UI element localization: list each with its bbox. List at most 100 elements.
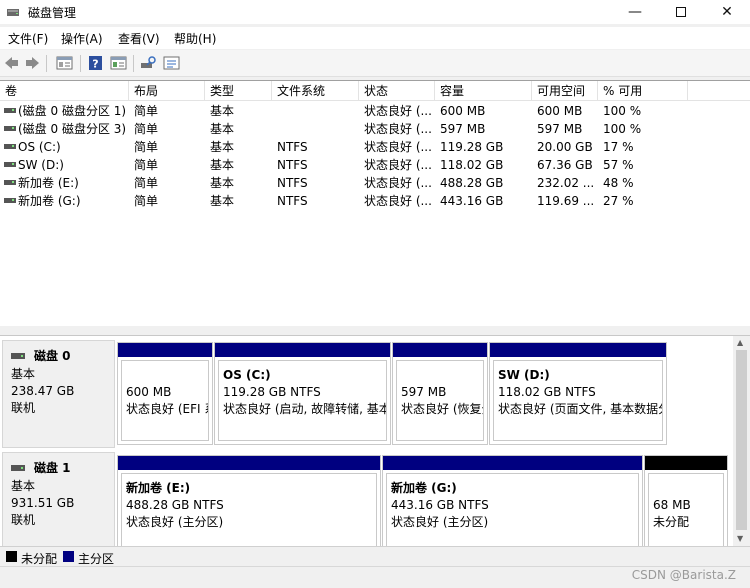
partition-bar [118,456,380,470]
column-header-free-space[interactable]: 可用空间 [532,81,598,101]
cell-text: 简单 [134,140,159,154]
cell-volume: 新加卷 (G:) [0,192,129,210]
cell-status: 状态良好 (... [359,174,435,192]
column-header-type[interactable]: 类型 [205,81,272,101]
volume-icon [4,162,16,167]
cell-text: 基本 [210,176,235,190]
partition-bar [393,343,487,357]
cell-text: 443.16 GB [440,194,504,208]
status-bar: CSDN @Barista.Z [0,566,750,588]
scroll-down-icon[interactable]: ▼ [737,534,743,543]
disk-type: 基本 [11,479,36,493]
cell-percent-free: 17 % [598,138,688,156]
console-tree-icon[interactable] [110,55,127,71]
forward-arrow-icon[interactable] [24,55,41,71]
cell-percent-free: 100 % [598,102,688,120]
cell-filesystem: NTFS [272,192,359,210]
cell-text: 600 MB [440,104,486,118]
menu-help[interactable]: 帮助(H) [174,30,216,47]
disk-name: 磁盘 0 [34,349,71,363]
minimize-button[interactable]: — [612,0,658,24]
partition-status: 状态良好 (页面文件, 基本数据分区) [498,402,662,416]
title-bar: 磁盘管理 — ✕ [0,0,750,24]
table-row[interactable]: OS (C:) 简单 基本 NTFS 状态良好 (... 119.28 GB 20.00 G… [0,138,750,156]
cell-text: 57 % [603,158,634,172]
partition-os-c[interactable]: OS (C:) 119.28 GB NTFS 状态良好 (启动, 故障转储, 基… [214,342,391,445]
table-row[interactable]: 新加卷 (E:) 简单 基本 NTFS 状态良好 (... 488.28 GB 232.02… [0,174,750,192]
cell-type: 基本 [205,192,272,210]
cell-text: 状态良好 (... [364,158,432,172]
cell-text: 600 MB [537,104,583,118]
list-view-icon[interactable] [163,55,180,71]
cell-status: 状态良好 (... [359,156,435,174]
close-button[interactable]: ✕ [704,0,750,24]
column-header-volume[interactable]: 卷 [0,81,129,101]
partition-recovery[interactable]: 597 MB 状态良好 (恢复分区) [392,342,488,445]
partition-sw-d[interactable]: SW (D:) 118.02 GB NTFS 状态良好 (页面文件, 基本数据分… [489,342,667,445]
disk-type: 基本 [11,367,36,381]
column-header-layout[interactable]: 布局 [129,81,205,101]
cell-text: 状态良好 (... [364,140,432,154]
cell-text: 基本 [210,122,235,136]
menu-view[interactable]: 查看(V) [118,30,160,47]
close-icon: ✕ [721,4,733,20]
cell-text: 简单 [134,194,159,208]
cell-percent-free: 100 % [598,120,688,138]
column-header-capacity[interactable]: 容量 [435,81,532,101]
cell-filesystem: NTFS [272,174,359,192]
toolbar-separator [80,55,81,72]
cell-layout: 简单 [129,174,205,192]
table-row[interactable]: (磁盘 0 磁盘分区 1) 简单 基本 状态良好 (... 600 MB 600 MB 10… [0,102,750,120]
cell-text: 118.02 GB [440,158,504,172]
cell-filesystem: NTFS [272,138,359,156]
disk-icon [11,352,25,359]
partition-new-volume-g[interactable]: 新加卷 (G:) 443.16 GB NTFS 状态良好 (主分区) [382,455,643,546]
partition-bar [645,456,727,470]
cell-type: 基本 [205,120,272,138]
rescan-icon[interactable] [140,55,157,71]
scroll-up-icon[interactable]: ▲ [737,338,743,347]
maximize-button[interactable] [658,0,704,24]
table-row[interactable]: SW (D:) 简单 基本 NTFS 状态良好 (... 118.02 GB 67.36 G… [0,156,750,174]
table-row[interactable]: (磁盘 0 磁盘分区 3) 简单 基本 状态良好 (... 597 MB 597 MB 10… [0,120,750,138]
disk-name: 磁盘 1 [34,461,71,475]
cell-layout: 简单 [129,102,205,120]
cell-text: 100 % [603,122,642,136]
properties-icon[interactable] [56,55,73,71]
cell-text: 597 MB [440,122,486,136]
cell-capacity: 443.16 GB [435,192,532,210]
column-header-filesystem[interactable]: 文件系统 [272,81,359,101]
disk-map: 磁盘 0 基本 238.47 GB 联机 600 MB 状态良好 (EFI 系统… [0,336,733,546]
menu-action[interactable]: 操作(A) [61,30,103,47]
partition-status: 状态良好 (主分区) [391,515,489,529]
disk-0-label[interactable]: 磁盘 0 基本 238.47 GB 联机 [2,340,115,448]
partition-status: 状态良好 (启动, 故障转储, 基本数据分区) [223,402,386,416]
cell-type: 基本 [205,174,272,192]
cell-capacity: 119.28 GB [435,138,532,156]
cell-text: 简单 [134,122,159,136]
menu-bar: 文件(F) 操作(A) 查看(V) 帮助(H) [0,27,750,49]
partition-size: 118.02 GB NTFS [498,385,596,399]
partition-new-volume-e[interactable]: 新加卷 (E:) 488.28 GB NTFS 状态良好 (主分区) [117,455,381,546]
scroll-thumb[interactable] [736,350,747,530]
column-header-status[interactable]: 状态 [359,81,435,101]
cell-percent-free: 57 % [598,156,688,174]
cell-text: 新加卷 (E:) [18,176,79,190]
menu-file[interactable]: 文件(F) [8,30,48,47]
partition-size: 443.16 GB NTFS [391,498,489,512]
help-icon[interactable]: ? [87,55,104,71]
partition-efi[interactable]: 600 MB 状态良好 (EFI 系统分区) [117,342,213,445]
column-header-percent-free[interactable]: % 可用 [598,81,688,101]
back-arrow-icon[interactable] [3,55,20,71]
partition-unallocated[interactable]: 68 MB 未分配 [644,455,728,546]
partition-status: 状态良好 (主分区) [126,515,224,529]
cell-text: 232.02 ... [537,176,595,190]
cell-layout: 简单 [129,138,205,156]
cell-text: 简单 [134,176,159,190]
disk-1-label[interactable]: 磁盘 1 基本 931.51 GB 联机 [2,452,115,546]
table-row[interactable]: 新加卷 (G:) 简单 基本 NTFS 状态良好 (... 443.16 GB 119.69… [0,192,750,210]
cell-layout: 简单 [129,192,205,210]
pane-splitter[interactable] [0,326,750,336]
cell-free-space: 20.00 GB [532,138,598,156]
disk-map-scrollbar[interactable]: ▲ ▼ [733,336,750,546]
